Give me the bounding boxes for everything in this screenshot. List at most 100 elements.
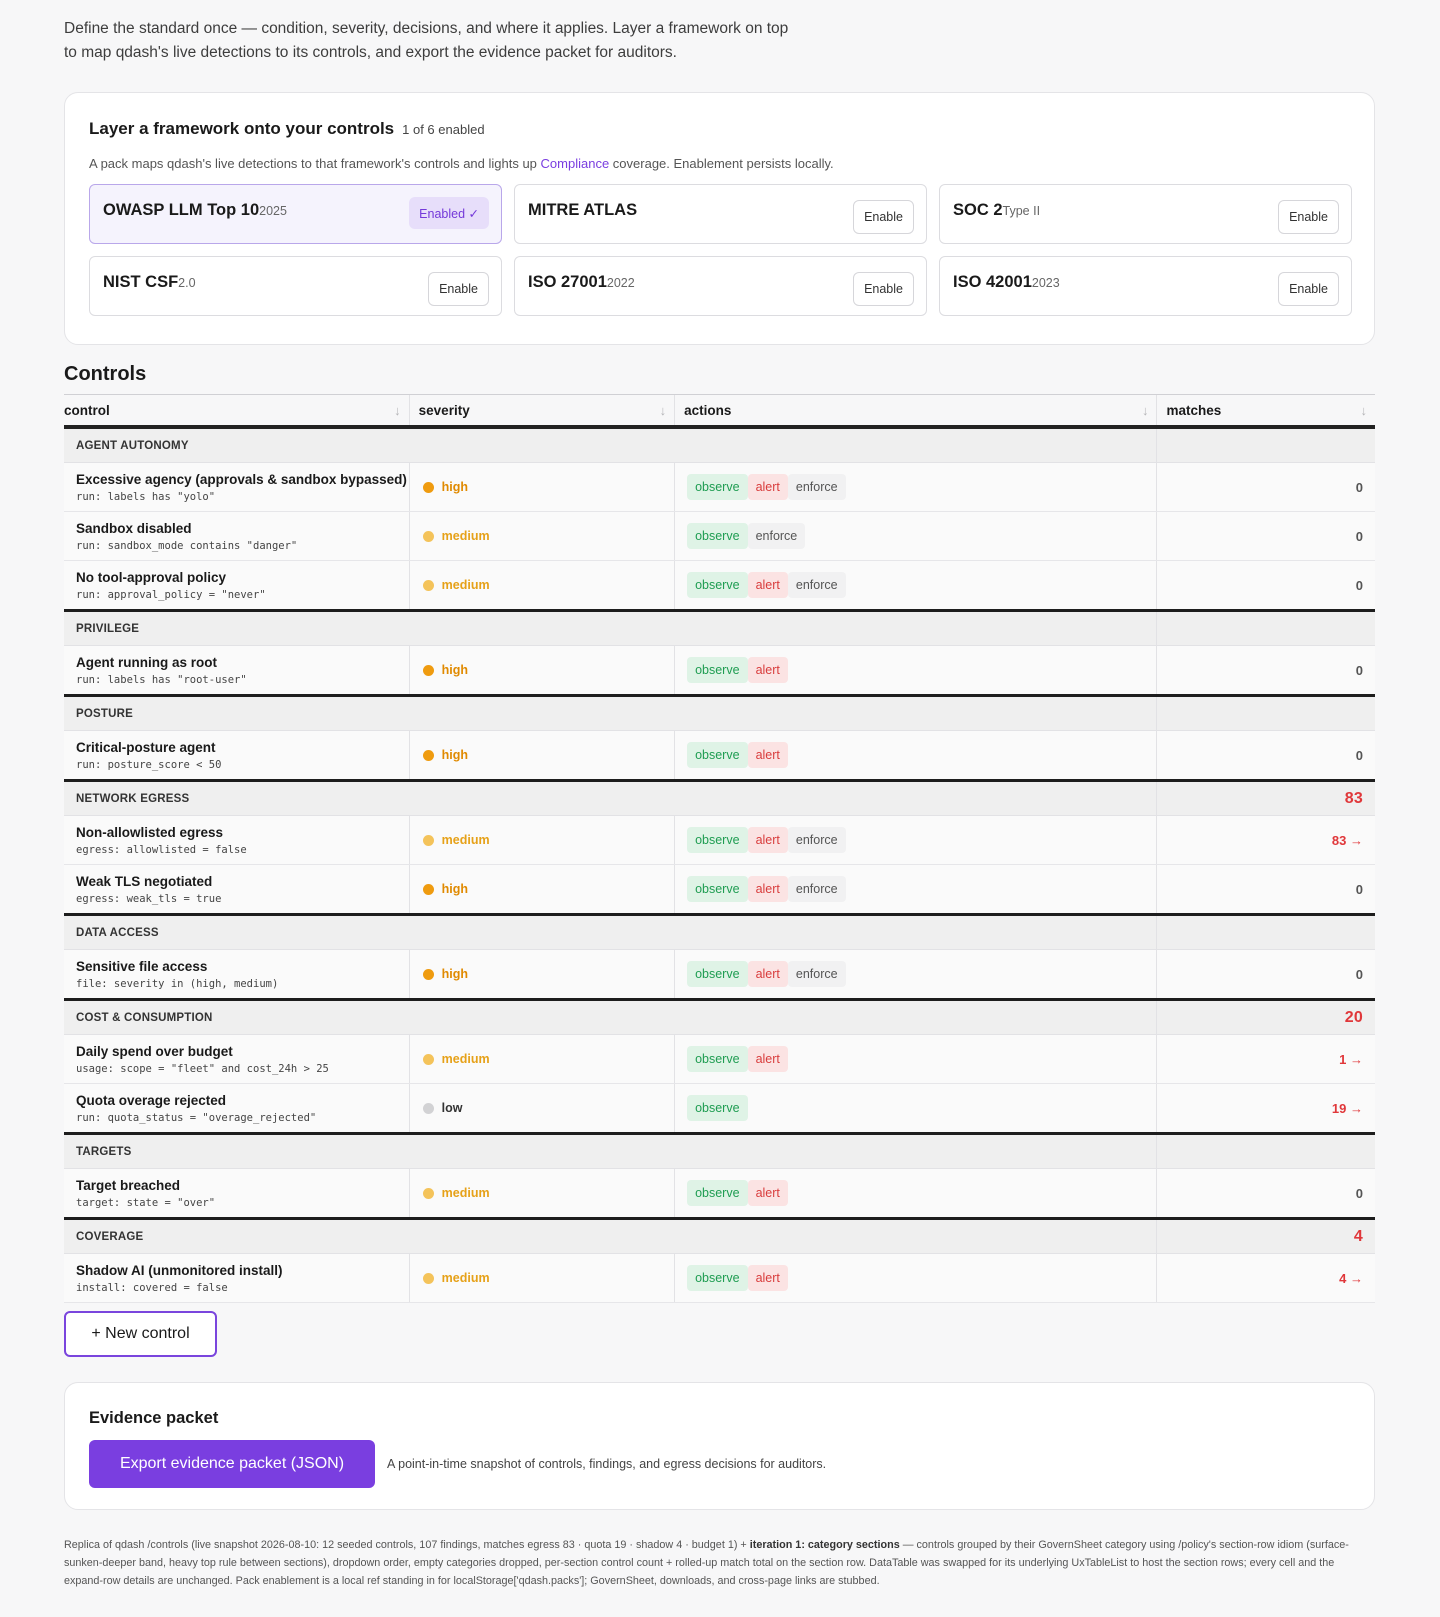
matches-link[interactable]: 83 → xyxy=(1156,815,1375,865)
control-row[interactable]: Target breached target: state = "over" med… xyxy=(64,1168,1375,1219)
control-cell: Critical-posture agent run: posture_score… xyxy=(64,730,410,781)
column-header-control[interactable]: control ↓ xyxy=(64,394,410,429)
pack-title: NIST CSF xyxy=(103,272,179,291)
severity-cell: medium xyxy=(408,815,675,865)
arrow-down-icon[interactable]: ↓ xyxy=(660,403,667,418)
pack-name: NIST CSF2.0 xyxy=(103,273,196,292)
severity-badge: medium xyxy=(410,529,674,543)
severity-label: high xyxy=(441,882,469,896)
matches-count: 0 xyxy=(1156,949,1375,1000)
pack-title: SOC 2 xyxy=(953,200,1003,219)
action-tag-enforce: enforce xyxy=(787,572,846,598)
framework-pack: ISO 270012022 Enable xyxy=(514,256,927,316)
pack-enabled-button[interactable]: Enabled ✓ xyxy=(409,197,489,229)
severity-cell: medium xyxy=(408,560,675,611)
framework-pack: NIST CSF2.0 Enable xyxy=(89,256,502,316)
section-label: TARGETS xyxy=(64,1132,1157,1169)
controls-header-row: control ↓ severity ↓ actions ↓ matches ↓ xyxy=(64,394,1375,429)
control-row[interactable]: Sandbox disabled run: sandbox_mode contai… xyxy=(64,511,1375,561)
pack-enable-button[interactable]: Enable xyxy=(853,200,914,234)
severity-dot-icon xyxy=(422,1272,434,1284)
control-row[interactable]: Shadow AI (unmonitored install) install: … xyxy=(64,1253,1375,1303)
matches-link[interactable]: 19 → xyxy=(1156,1083,1375,1134)
arrow-down-icon[interactable]: ↓ xyxy=(1361,403,1368,418)
pack-name: OWASP LLM Top 102025 xyxy=(103,201,287,220)
severity-badge: high xyxy=(410,663,674,677)
control-row[interactable]: Excessive agency (approvals & sandbox by… xyxy=(64,462,1375,512)
severity-label: high xyxy=(441,748,469,762)
section-row: COST & CONSUMPTION 20 xyxy=(64,998,1375,1035)
export-evidence-button[interactable]: Export evidence packet (JSON) xyxy=(89,1440,375,1488)
section-match-total xyxy=(1156,1132,1375,1169)
pack-name: ISO 270012022 xyxy=(528,273,635,292)
action-tag-observe: observe xyxy=(687,523,748,549)
control-name: Non-allowlisted egress xyxy=(76,824,224,840)
column-header-severity[interactable]: severity ↓ xyxy=(408,394,675,429)
control-condition: egress: weak_tls = true xyxy=(76,892,222,905)
control-row[interactable]: Quota overage rejected run: quota_status … xyxy=(64,1083,1375,1134)
control-row[interactable]: Weak TLS negotiated egress: weak_tls = tr… xyxy=(64,864,1375,915)
severity-cell: high xyxy=(408,462,675,512)
severity-cell: high xyxy=(408,730,675,781)
severity-dot-icon xyxy=(422,530,434,542)
matches-count: 0 xyxy=(1156,864,1375,915)
action-tag-observe: observe xyxy=(687,1046,748,1072)
new-control-button[interactable]: + New control xyxy=(64,1311,217,1357)
severity-dot-icon xyxy=(422,481,434,493)
control-row[interactable]: Sensitive file access file: severity in (… xyxy=(64,949,1375,1000)
severity-label: high xyxy=(441,967,469,981)
column-header-actions[interactable]: actions ↓ xyxy=(674,394,1157,429)
framework-pack: MITRE ATLAS Enable xyxy=(514,184,927,244)
control-row[interactable]: No tool-approval policy run: approval_pol… xyxy=(64,560,1375,611)
severity-badge: high xyxy=(410,480,674,494)
severity-dot-icon xyxy=(422,883,434,895)
control-row[interactable]: Agent running as root run: labels has "ro… xyxy=(64,645,1375,696)
footnote-bold: iteration 1: category sections xyxy=(749,1539,900,1551)
control-row[interactable]: Critical-posture agent run: posture_score… xyxy=(64,730,1375,781)
severity-label: high xyxy=(441,480,469,494)
arrow-down-icon[interactable]: ↓ xyxy=(394,403,401,418)
footnote-text: Replica of qdash /controls (live snapsho… xyxy=(64,1539,750,1551)
matches-count: 0 xyxy=(1156,730,1375,781)
severity-label: medium xyxy=(441,1271,490,1285)
pack-enable-button[interactable]: Enable xyxy=(1278,272,1339,306)
pack-enable-button[interactable]: Enable xyxy=(1278,200,1339,234)
page-footnote: Replica of qdash /controls (live snapsho… xyxy=(64,1536,1375,1590)
matches-link[interactable]: 1 → xyxy=(1156,1034,1375,1084)
matches-count: 0 xyxy=(1156,1168,1375,1219)
severity-badge: medium xyxy=(410,1186,674,1200)
pack-enable-button[interactable]: Enable xyxy=(853,272,914,306)
section-row: DATA ACCESS xyxy=(64,913,1375,950)
evidence-card: Evidence packet Export evidence packet (… xyxy=(64,1382,1375,1510)
framework-enabled-count: 1 of 6 enabled xyxy=(402,122,485,137)
matches-count: 0 xyxy=(1156,462,1375,512)
severity-cell: medium xyxy=(408,1253,675,1303)
section-label: PRIVILEGE xyxy=(64,609,1157,646)
severity-badge: low xyxy=(410,1101,674,1115)
compliance-link[interactable]: Compliance xyxy=(541,156,610,171)
arrow-down-icon[interactable]: ↓ xyxy=(1142,403,1149,418)
column-header-matches[interactable]: matches ↓ xyxy=(1156,394,1375,429)
framework-card-title: Layer a framework onto your controls xyxy=(89,119,395,138)
control-condition: target: state = "over" xyxy=(76,1196,216,1209)
section-row: NETWORK EGRESS 83 xyxy=(64,779,1375,816)
matches-link[interactable]: 4 → xyxy=(1156,1253,1375,1303)
severity-dot-icon xyxy=(422,834,434,846)
action-tag-observe: observe xyxy=(687,827,748,853)
action-tag-observe: observe xyxy=(687,742,748,768)
control-condition: install: covered = false xyxy=(76,1281,228,1294)
control-name: Shadow AI (unmonitored install) xyxy=(76,1262,283,1278)
severity-label: medium xyxy=(441,833,490,847)
actions-cell: observe alert xyxy=(674,1253,1157,1303)
severity-label: medium xyxy=(441,1052,490,1066)
control-condition: egress: allowlisted = false xyxy=(76,843,247,856)
control-row[interactable]: Daily spend over budget usage: scope = "f… xyxy=(64,1034,1375,1084)
column-label-matches: matches xyxy=(1166,402,1222,418)
actions-cell: observe alert enforce xyxy=(674,864,1157,915)
severity-dot-icon xyxy=(422,968,434,980)
severity-cell: high xyxy=(408,949,675,1000)
pack-enable-button[interactable]: Enable xyxy=(428,272,489,306)
control-row[interactable]: Non-allowlisted egress egress: allowliste… xyxy=(64,815,1375,865)
severity-dot-icon xyxy=(422,579,434,591)
pack-name: SOC 2Type II xyxy=(953,201,1040,220)
